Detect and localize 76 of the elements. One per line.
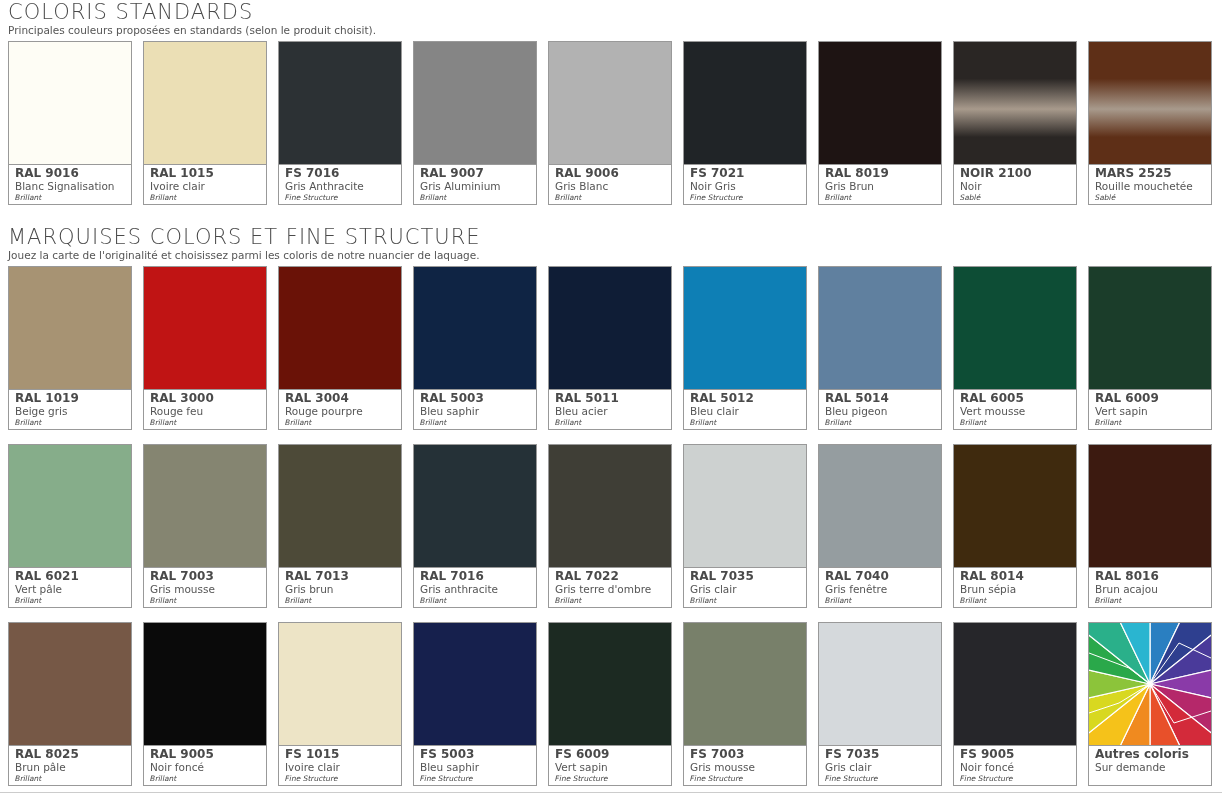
color-name: Gris mousse bbox=[150, 583, 216, 595]
section-title: MARQUISES COLORS ET FINE STRUCTURE bbox=[8, 225, 482, 249]
color-name: Bleu saphir bbox=[420, 405, 481, 417]
color-name: Rouille mouchetée bbox=[1095, 180, 1194, 192]
color-code: RAL 1019 bbox=[15, 392, 80, 405]
color-name: Brun pâle bbox=[15, 761, 67, 773]
color-code: FS 7016 bbox=[285, 167, 341, 180]
color-code: MARS 2525 bbox=[1095, 167, 1173, 180]
color-name: Gris brun bbox=[285, 583, 335, 595]
color-code: RAL 7035 bbox=[690, 570, 755, 583]
color-name: Gris clair bbox=[690, 583, 738, 595]
color-code: RAL 7003 bbox=[150, 570, 215, 583]
color-code: FS 7035 bbox=[825, 748, 881, 761]
color-code: RAL 5003 bbox=[420, 392, 485, 405]
color-code: RAL 8016 bbox=[1095, 570, 1160, 583]
color-name: Vert sapin bbox=[555, 761, 609, 773]
color-name: Bleu clair bbox=[690, 405, 740, 417]
color-name: Noir bbox=[960, 180, 983, 192]
color-name: Gris mousse bbox=[690, 761, 756, 773]
color-name: Sur demande bbox=[1095, 761, 1167, 773]
color-code: RAL 9005 bbox=[150, 748, 215, 761]
color-name: Bleu acier bbox=[555, 405, 609, 417]
color-code: FS 7003 bbox=[690, 748, 746, 761]
color-code: NOIR 2100 bbox=[960, 167, 1033, 180]
color-name: Gris Brun bbox=[825, 180, 875, 192]
color-code: RAL 7013 bbox=[285, 570, 350, 583]
color-code: RAL 8025 bbox=[15, 748, 80, 761]
color-code: RAL 6009 bbox=[1095, 392, 1160, 405]
color-code: RAL 9007 bbox=[420, 167, 485, 180]
color-code: RAL 5011 bbox=[555, 392, 620, 405]
color-code: RAL 5012 bbox=[690, 392, 755, 405]
color-name: Gris fenêtre bbox=[825, 583, 889, 595]
color-name: Gris clair bbox=[825, 761, 873, 773]
color-name: Gris Blanc bbox=[555, 180, 610, 192]
section-subtitle: Principales couleurs proposées en standards (selon le produit choisit). bbox=[8, 24, 377, 37]
color-code: RAL 8014 bbox=[960, 570, 1025, 583]
color-name: Bleu pigeon bbox=[825, 405, 889, 417]
color-name: Vert sapin bbox=[1095, 405, 1149, 417]
color-code: RAL 8019 bbox=[825, 167, 890, 180]
color-name: Beige gris bbox=[15, 405, 69, 417]
color-name: Ivoire clair bbox=[150, 180, 206, 192]
color-code: RAL 7016 bbox=[420, 570, 485, 583]
color-name: Brun acajou bbox=[1095, 583, 1159, 595]
color-code: RAL 9016 bbox=[15, 167, 80, 180]
color-name: Brun sépia bbox=[960, 583, 1018, 595]
color-code: RAL 7022 bbox=[555, 570, 620, 583]
color-code: RAL 6005 bbox=[960, 392, 1025, 405]
color-name: Bleu saphir bbox=[420, 761, 481, 773]
color-code: FS 6009 bbox=[555, 748, 611, 761]
color-name: Blanc Signalisation bbox=[15, 180, 116, 192]
color-name: Vert pâle bbox=[15, 583, 64, 595]
color-code: RAL 1015 bbox=[150, 167, 215, 180]
color-code: RAL 7040 bbox=[825, 570, 890, 583]
color-name: Vert mousse bbox=[960, 405, 1027, 417]
color-name: Rouge pourpre bbox=[285, 405, 364, 417]
color-code: Autres coloris bbox=[1095, 748, 1190, 761]
color-name: Noir Gris bbox=[690, 180, 737, 192]
section-subtitle: Jouez la carte de l'originalité et choisissez parmi les coloris de notre nuancier de laquage. bbox=[8, 249, 481, 262]
color-name: Noir foncé bbox=[960, 761, 1015, 773]
color-code: RAL 6021 bbox=[15, 570, 80, 583]
color-name: Gris anthracite bbox=[420, 583, 500, 595]
color-code: RAL 5014 bbox=[825, 392, 890, 405]
color-code: RAL 9006 bbox=[555, 167, 620, 180]
color-name: Gris Aluminium bbox=[420, 180, 502, 192]
color-name: Noir foncé bbox=[150, 761, 205, 773]
color-code: FS 1015 bbox=[285, 748, 341, 761]
color-code: FS 5003 bbox=[420, 748, 476, 761]
color-name: Gris Anthracite bbox=[285, 180, 365, 192]
color-code: RAL 3000 bbox=[150, 392, 215, 405]
color-code: FS 9005 bbox=[960, 748, 1016, 761]
color-name: Gris terre d'ombre bbox=[555, 583, 653, 595]
color-name: Rouge feu bbox=[150, 405, 205, 417]
color-code: RAL 3004 bbox=[285, 392, 350, 405]
color-name: Ivoire clair bbox=[285, 761, 341, 773]
color-code: FS 7021 bbox=[690, 167, 746, 180]
section-title: COLORIS STANDARDS bbox=[8, 0, 255, 24]
